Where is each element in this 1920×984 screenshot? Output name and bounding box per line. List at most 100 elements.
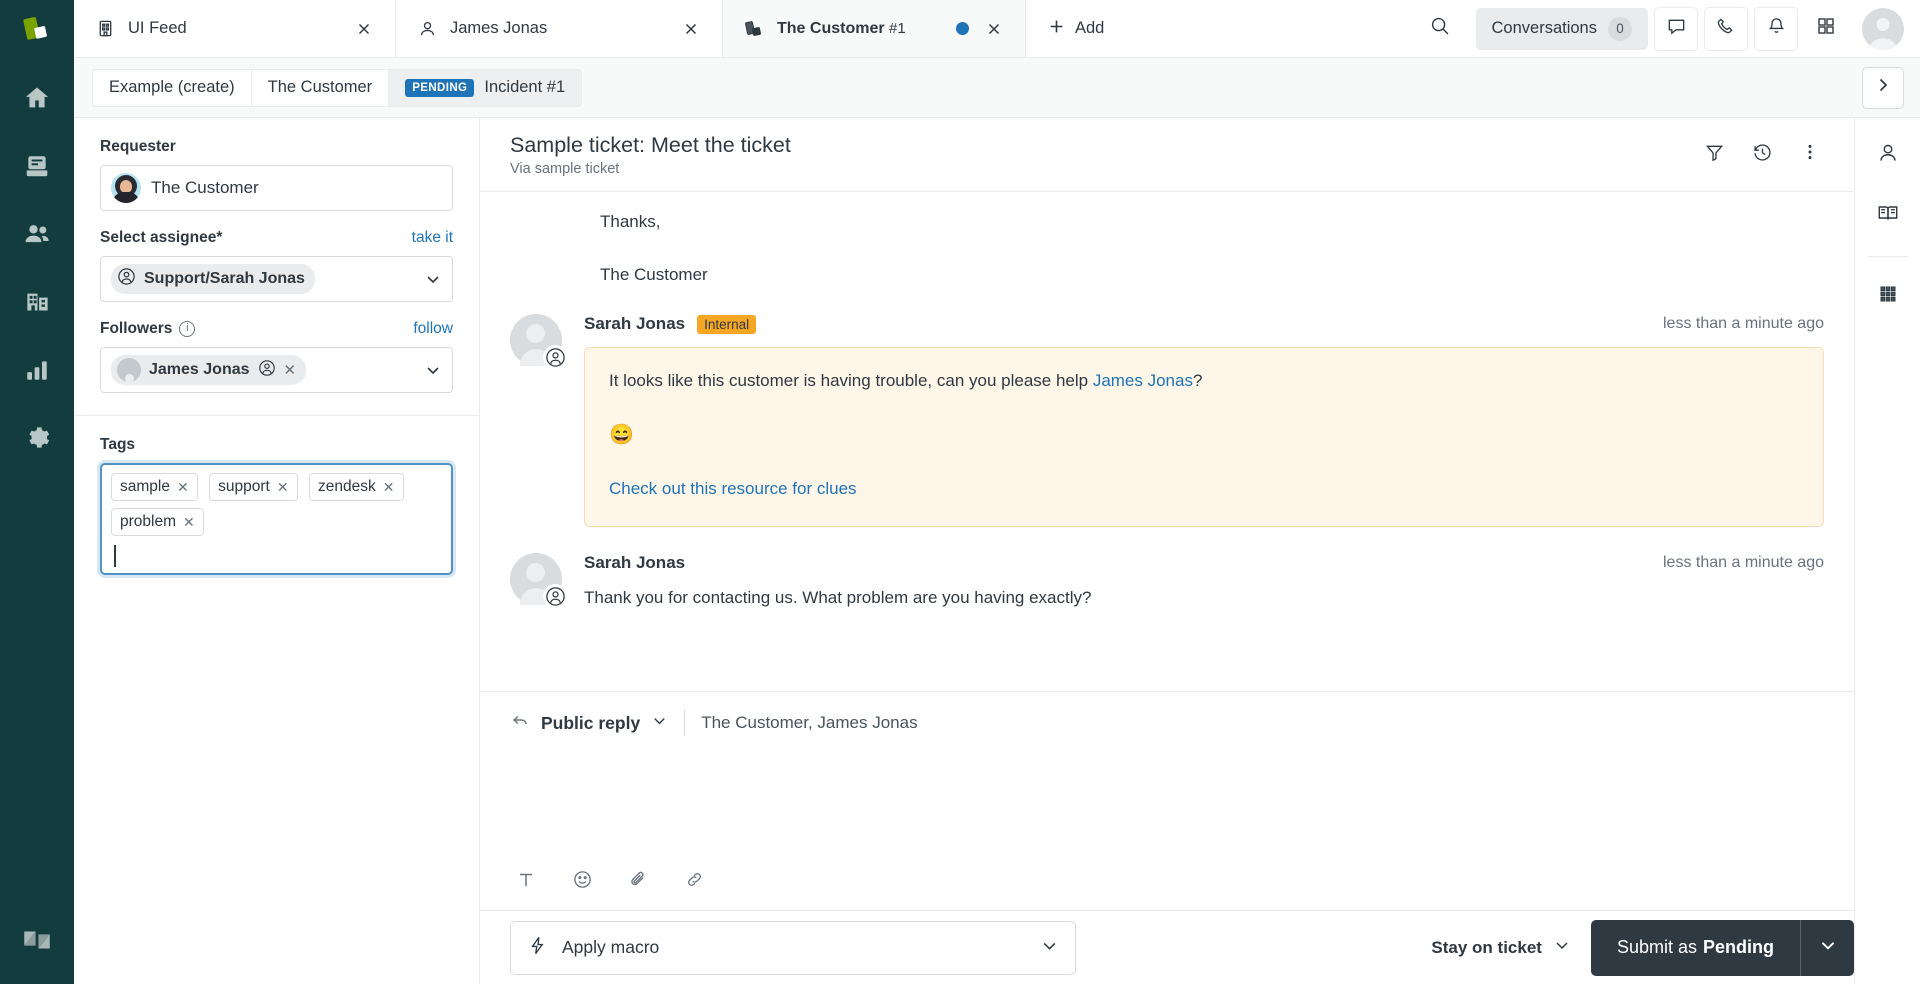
- customers-people-icon: [23, 220, 51, 253]
- conversations-count-badge: 0: [1608, 16, 1632, 41]
- tag-chip[interactable]: sample ✕: [111, 473, 198, 501]
- close-icon[interactable]: [678, 16, 704, 42]
- sidebar-item-organizations[interactable]: [13, 280, 61, 328]
- sidebar-item-reporting[interactable]: [13, 348, 61, 396]
- add-tab-button[interactable]: Add: [1026, 0, 1126, 57]
- avatar[interactable]: [1862, 7, 1904, 50]
- followers-label-text: Followers: [100, 320, 173, 337]
- more-options-button[interactable]: [1788, 132, 1832, 177]
- ticket-header-actions: [1692, 132, 1832, 177]
- book-icon: [1876, 201, 1900, 230]
- reply-channel-selector[interactable]: Public reply: [510, 711, 668, 736]
- tab-ui-feed[interactable]: UI Feed: [74, 0, 396, 57]
- tab-label: James Jonas: [450, 19, 548, 37]
- close-icon[interactable]: [351, 16, 377, 42]
- conversations-label: Conversations: [1491, 19, 1597, 37]
- emoji-button[interactable]: [569, 869, 595, 895]
- apply-macro-select[interactable]: Apply macro: [510, 920, 1076, 975]
- apps-panel-button[interactable]: [1865, 273, 1911, 319]
- customer-context-button[interactable]: [1865, 132, 1911, 178]
- apps-button[interactable]: [1804, 6, 1848, 51]
- phone-icon: [1716, 16, 1737, 42]
- breadcrumb-next-button[interactable]: [1862, 66, 1904, 109]
- remove-follower-icon[interactable]: ✕: [284, 361, 297, 379]
- knowledge-button[interactable]: [1865, 192, 1911, 238]
- event-body: Sarah Jonas Internal less than a minute …: [584, 314, 1824, 527]
- sidebar-item-admin[interactable]: [13, 416, 61, 464]
- remove-tag-icon[interactable]: ✕: [183, 514, 195, 531]
- chat-bubble-icon: [1666, 16, 1687, 42]
- submit-options-button[interactable]: [1800, 919, 1854, 976]
- followers-select[interactable]: James Jonas ✕: [100, 347, 453, 393]
- breadcrumb-item-incident[interactable]: PENDING Incident #1: [388, 68, 583, 107]
- reply-textarea[interactable]: [510, 754, 1824, 854]
- take-it-link[interactable]: take it: [412, 229, 453, 247]
- tag-chip[interactable]: zendesk ✕: [309, 473, 404, 501]
- event-timestamp: less than a minute ago: [1663, 315, 1824, 332]
- stay-on-ticket-select[interactable]: Stay on ticket: [1431, 936, 1571, 959]
- breadcrumb-item-example[interactable]: Example (create): [92, 68, 251, 107]
- assignee-label: Select assignee*: [100, 229, 223, 246]
- zendesk-mark-logo[interactable]: [0, 6, 74, 56]
- link-button[interactable]: [681, 869, 707, 895]
- tab-the-customer[interactable]: The Customer #1: [723, 0, 1026, 57]
- conversations-button[interactable]: Conversations 0: [1475, 7, 1648, 50]
- reply-recipients[interactable]: The Customer, James Jonas: [701, 713, 917, 733]
- remove-tag-icon[interactable]: ✕: [177, 479, 189, 496]
- chevron-down-icon[interactable]: [424, 361, 442, 379]
- conversation-history-button[interactable]: [1740, 132, 1784, 177]
- resource-link[interactable]: Check out this resource for clues: [609, 479, 857, 498]
- info-icon[interactable]: i: [179, 321, 196, 337]
- sidebar-item-views[interactable]: [13, 144, 61, 192]
- sidebar-item-customers[interactable]: [13, 212, 61, 260]
- close-icon[interactable]: [981, 16, 1007, 42]
- sidebar-item-home[interactable]: [13, 76, 61, 124]
- tabbar-right-actions: Conversations 0: [1417, 0, 1920, 57]
- composer-header: Public reply The Customer, James Jonas: [510, 692, 1824, 754]
- search-button[interactable]: [1417, 6, 1462, 51]
- tab-james-jonas[interactable]: James Jonas: [396, 0, 723, 57]
- chat-button[interactable]: [1654, 6, 1698, 51]
- building-icon: [94, 18, 116, 40]
- attachment-button[interactable]: [625, 869, 651, 895]
- chevron-down-icon: [1553, 936, 1571, 959]
- tail-line: Thanks,: [600, 212, 661, 231]
- mention-link[interactable]: James Jonas: [1093, 371, 1193, 390]
- submit-prefix: Submit as: [1616, 937, 1697, 957]
- avatar: [510, 553, 567, 608]
- lightning-icon: [527, 935, 548, 961]
- reporting-bar-chart-icon: [24, 357, 50, 388]
- reply-channel-label: Public reply: [541, 712, 641, 733]
- requester-field[interactable]: The Customer: [100, 165, 453, 211]
- chevron-down-icon: [1818, 935, 1838, 960]
- avatar: [510, 314, 567, 369]
- conversation-feed[interactable]: Thanks, The Customer Sarah Jonas Interna…: [480, 192, 1854, 692]
- text-format-button[interactable]: [513, 869, 539, 895]
- tag-label: zendesk: [318, 478, 376, 495]
- breadcrumb-item-the-customer[interactable]: The Customer: [250, 68, 389, 107]
- tags-input[interactable]: sample ✕ support ✕ zendesk ✕ problem ✕: [100, 463, 453, 575]
- breadcrumb-label: The Customer: [267, 78, 373, 96]
- conversation-event-public: Sarah Jonas less than a minute ago Thank…: [510, 527, 1824, 611]
- assignee-select[interactable]: Support/Sarah Jonas: [100, 256, 453, 302]
- event-header: Sarah Jonas less than a minute ago: [584, 553, 1824, 573]
- zendesk-z-logo[interactable]: [13, 918, 61, 966]
- notifications-button[interactable]: [1754, 6, 1798, 51]
- zendesk-agent-workspace: UI Feed James Jonas The Customer #1 Add …: [0, 0, 1920, 984]
- ticket-header: Sample ticket: Meet the ticket Via sampl…: [480, 118, 1854, 192]
- tag-chip[interactable]: support ✕: [209, 473, 298, 501]
- requester-avatar: [111, 173, 141, 203]
- remove-tag-icon[interactable]: ✕: [277, 479, 289, 496]
- filter-conversation-button[interactable]: [1692, 132, 1736, 177]
- tag-label: problem: [120, 513, 176, 530]
- app-column: UI Feed James Jonas The Customer #1 Add …: [74, 0, 1920, 984]
- chevron-down-icon[interactable]: [424, 270, 442, 288]
- submit-as-pending-button[interactable]: Submit as Pending: [1590, 919, 1800, 976]
- call-button[interactable]: [1704, 6, 1748, 51]
- tag-chip[interactable]: problem ✕: [111, 508, 204, 536]
- composer-toolbar: [510, 854, 1824, 910]
- follower-token: James Jonas ✕: [111, 355, 307, 385]
- breadcrumb-label: Incident #1: [484, 78, 566, 96]
- remove-tag-icon[interactable]: ✕: [383, 479, 395, 496]
- follow-link[interactable]: follow: [413, 320, 453, 338]
